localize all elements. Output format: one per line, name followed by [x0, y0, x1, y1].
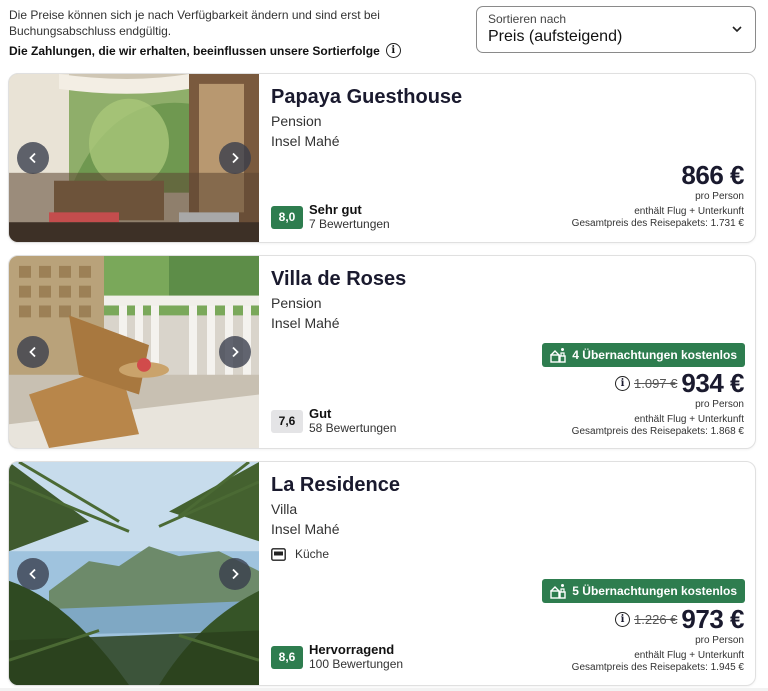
old-price: 1.097 € — [634, 376, 678, 391]
chevron-right-icon — [232, 346, 239, 358]
info-icon[interactable]: i — [385, 43, 401, 58]
hotel-photo[interactable] — [9, 74, 259, 242]
chevron-left-icon — [29, 152, 36, 164]
hotel-type: Pension — [271, 295, 322, 311]
hotel-photo[interactable] — [9, 256, 259, 448]
chevron-down-icon — [732, 26, 742, 33]
results-header: Die Preise können sich je nach Verfügbar… — [0, 0, 768, 72]
price-block: i 1.226 € 973 € pro Person enthält Flug … — [571, 604, 745, 674]
next-photo-button[interactable] — [219, 336, 251, 368]
rating: 7,6 Gut 58 Bewertungen — [271, 406, 396, 436]
price: 934 € — [681, 368, 744, 398]
rating-label: Sehr gut — [309, 202, 362, 217]
hotel-photo[interactable] — [9, 462, 259, 685]
chevron-left-icon — [29, 346, 36, 358]
price: 973 € — [681, 604, 744, 634]
free-nights-badge: 4 Übernachtungen kostenlos — [542, 343, 745, 367]
rating-label: Hervorragend — [309, 642, 395, 657]
free-nights-badge: 5 Übernachtungen kostenlos — [542, 579, 745, 603]
free-nights-icon — [550, 584, 566, 599]
chevron-left-icon — [29, 568, 36, 579]
hotel-card[interactable]: Villa de Roses Pension Insel Mahé 7,6 Gu… — [8, 255, 756, 449]
sorting-notice-text: Die Zahlungen, die wir erhalten, beeinfl… — [9, 43, 380, 58]
hotel-name[interactable]: La Residence — [271, 474, 400, 497]
price-info-icon[interactable]: i — [615, 612, 631, 627]
rating: 8,6 Hervorragend 100 Bewertungen — [271, 642, 403, 672]
rating-count[interactable]: 7 Bewertungen — [309, 217, 390, 232]
per-person-label: pro Person — [695, 635, 744, 646]
free-nights-label: 4 Übernachtungen kostenlos — [572, 348, 737, 362]
previous-photo-button[interactable] — [17, 336, 49, 368]
rating-score: 8,6 — [271, 645, 303, 669]
previous-photo-button[interactable] — [17, 557, 49, 590]
chevron-right-icon — [232, 568, 239, 579]
previous-photo-button[interactable] — [17, 142, 49, 174]
chevron-right-icon — [232, 152, 239, 164]
hotel-name[interactable]: Villa de Roses — [271, 268, 406, 291]
rating-count[interactable]: 100 Bewertungen — [309, 657, 403, 672]
hotel-location: Insel Mahé — [271, 521, 340, 537]
hotel-card[interactable]: La Residence Villa Insel Mahé Küche 8,6 … — [8, 461, 756, 686]
sorting-notice: Die Zahlungen, die wir erhalten, beeinfl… — [9, 43, 401, 58]
sort-selected-value: Preis (aufsteigend) — [488, 28, 623, 45]
includes-label: enthält Flug + Unterkunft — [634, 206, 744, 217]
per-person-label: pro Person — [695, 399, 744, 410]
hotel-type: Pension — [271, 113, 322, 129]
rating-score: 7,6 — [271, 409, 303, 433]
sort-label: Sortieren nach — [488, 12, 567, 26]
amenity-label: Küche — [295, 547, 330, 561]
rating-count[interactable]: 58 Bewertungen — [309, 421, 396, 436]
includes-label: enthält Flug + Unterkunft — [634, 414, 744, 425]
includes-label: enthält Flug + Unterkunft — [634, 650, 744, 661]
total-price: Gesamtpreis des Reisepakets: 1.945 € — [571, 662, 744, 673]
price: 866 € — [681, 160, 744, 190]
free-nights-icon — [550, 348, 566, 363]
next-photo-button[interactable] — [219, 142, 251, 174]
kitchen-icon — [271, 547, 286, 561]
next-photo-button[interactable] — [219, 557, 251, 590]
price-block: i 1.097 € 934 € pro Person enthält Flug … — [571, 368, 745, 438]
free-nights-label: 5 Übernachtungen kostenlos — [572, 584, 737, 598]
rating: 8,0 Sehr gut 7 Bewertungen — [271, 202, 390, 232]
amenity-kitchen: Küche — [271, 547, 329, 561]
sort-dropdown[interactable]: Sortieren nach Preis (aufsteigend) — [476, 6, 756, 53]
total-price: Gesamtpreis des Reisepakets: 1.731 € — [571, 218, 744, 229]
price-block: 866 € pro Person enthält Flug + Unterkun… — [571, 160, 745, 230]
per-person-label: pro Person — [695, 191, 744, 202]
rating-score: 8,0 — [271, 205, 303, 229]
old-price: 1.226 € — [634, 612, 678, 627]
hotel-location: Insel Mahé — [271, 315, 340, 331]
hotel-card[interactable]: Papaya Guesthouse Pension Insel Mahé 8,0… — [8, 73, 756, 243]
price-info-icon[interactable]: i — [615, 376, 631, 391]
rating-label: Gut — [309, 406, 332, 421]
hotel-type: Villa — [271, 501, 298, 517]
total-price: Gesamtpreis des Reisepakets: 1.868 € — [571, 426, 744, 437]
price-notice: Die Preise können sich je nach Verfügbar… — [9, 8, 380, 38]
hotel-name[interactable]: Papaya Guesthouse — [271, 86, 462, 109]
hotel-location: Insel Mahé — [271, 133, 340, 149]
